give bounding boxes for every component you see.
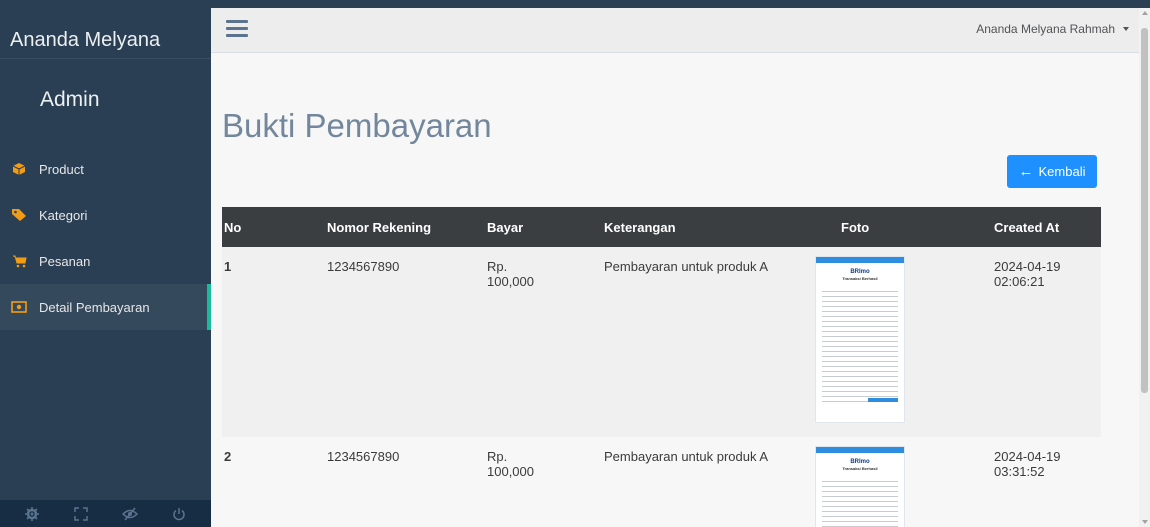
cell-bayar: Rp. 100,000: [487, 259, 534, 289]
gear-icon[interactable]: [8, 500, 57, 527]
cell-created-at: 2024-04-19 02:06:21: [994, 259, 1061, 289]
scroll-down-icon[interactable]: [1142, 520, 1148, 524]
cell-bayar: Rp. 100,000: [487, 449, 534, 479]
header-nomor-rekening: Nomor Rekening: [327, 219, 432, 235]
receipt-header-bar: [816, 257, 904, 263]
cell-nomor-rekening: 1234567890: [327, 449, 400, 464]
caret-down-icon: [1123, 27, 1129, 31]
cell-keterangan: Pembayaran untuk produk A: [604, 259, 769, 274]
receipt-brand: BRImo: [850, 459, 870, 465]
arrow-left-icon: ←: [1018, 163, 1034, 180]
back-button[interactable]: ← Kembali: [1007, 155, 1097, 188]
header-no: No: [224, 219, 242, 235]
receipt-title: Transaksi Berhasil: [842, 276, 878, 281]
sidebar-item-pesanan[interactable]: Pesanan: [0, 238, 211, 284]
header-bayar: Bayar: [487, 219, 524, 235]
user-role-label: Admin: [40, 88, 100, 111]
sidebar-divider: [0, 58, 211, 59]
brand-title[interactable]: Ananda Melyana: [10, 20, 160, 60]
header-created-at: Created At: [994, 219, 1060, 235]
sidebar-item-detail-pembayaran[interactable]: Detail Pembayaran: [0, 284, 211, 330]
header-foto: Foto: [841, 219, 870, 235]
page-title: Bukti Pembayaran: [222, 107, 492, 144]
payment-table: No Nomor Rekening Bayar Keterangan Foto …: [222, 207, 1101, 527]
user-dropdown[interactable]: Ananda Melyana Rahmah: [976, 22, 1129, 36]
receipt-title: Transaksi Berhasil: [842, 466, 878, 471]
tag-icon: [11, 207, 27, 223]
header-keterangan: Keterangan: [604, 219, 676, 235]
receipt-header-bar: [816, 447, 904, 453]
cell-foto: BRImo Transaksi Berhasil: [789, 247, 942, 437]
sidebar-item-product[interactable]: Product: [0, 146, 211, 192]
fullscreen-icon[interactable]: [57, 500, 106, 527]
scroll-up-icon[interactable]: [1142, 11, 1148, 15]
table-header-row: No Nomor Rekening Bayar Keterangan Foto …: [222, 207, 1101, 247]
sidebar-menu: Product Kategori Pesanan Detail Pembayar…: [0, 146, 211, 330]
cell-foto: BRImo Transaksi Berhasil: [789, 437, 942, 527]
sidebar: Ananda Melyana Admin Product Kategori Pe…: [0, 8, 211, 527]
receipt-lines: [822, 481, 898, 527]
cell-nomor-rekening: 1234567890: [327, 259, 400, 274]
back-button-label: Kembali: [1038, 164, 1086, 179]
cube-icon: [11, 161, 27, 177]
power-icon[interactable]: [154, 500, 203, 527]
receipt-image[interactable]: BRImo Transaksi Berhasil: [815, 256, 905, 423]
money-icon: [11, 299, 27, 315]
user-name: Ananda Melyana Rahmah: [976, 22, 1115, 36]
scrollbar-thumb[interactable]: [1141, 28, 1148, 393]
top-navbar: Ananda Melyana Rahmah: [211, 8, 1139, 53]
page-scrollbar[interactable]: [1139, 8, 1150, 527]
sidebar-footer: [0, 500, 211, 527]
cell-no: 1: [224, 259, 232, 274]
menu-toggle-icon[interactable]: [226, 20, 248, 38]
cart-icon: [11, 253, 27, 269]
table-row: 1 1234567890 Rp. 100,000 Pembayaran untu…: [222, 247, 1101, 437]
receipt-brand: BRImo: [850, 269, 870, 275]
receipt-lines: [822, 291, 898, 406]
sidebar-item-label: Product: [39, 161, 84, 177]
sidebar-item-label: Pesanan: [39, 253, 91, 269]
cell-created-at: 2024-04-19 03:31:52: [994, 449, 1061, 479]
cell-no: 2: [224, 449, 232, 464]
sidebar-item-label: Detail Pembayaran: [39, 299, 150, 315]
sidebar-item-kategori[interactable]: Kategori: [0, 192, 211, 238]
window-top-strip: [0, 0, 1150, 8]
receipt-image[interactable]: BRImo Transaksi Berhasil: [815, 446, 905, 527]
sidebar-item-label: Kategori: [39, 207, 88, 223]
receipt-total: [868, 398, 898, 402]
cell-keterangan: Pembayaran untuk produk A: [604, 449, 769, 464]
eye-slash-icon[interactable]: [106, 500, 155, 527]
table-row: 2 1234567890 Rp. 100,000 Pembayaran untu…: [222, 437, 1101, 527]
